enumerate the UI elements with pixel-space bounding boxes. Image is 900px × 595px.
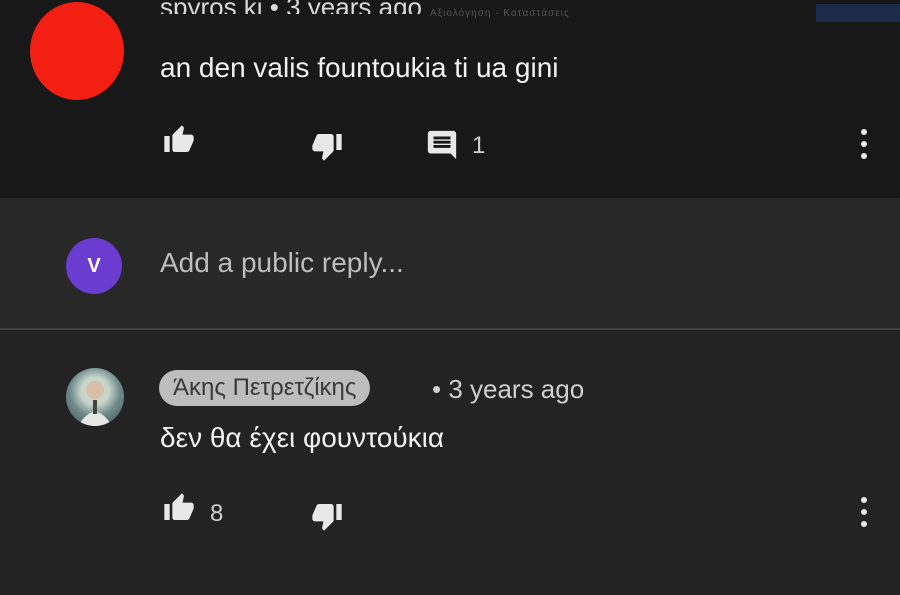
like-icon[interactable]: [160, 124, 198, 156]
avatar-photo-icon: [78, 381, 112, 426]
comment-text: δεν θα έχει φουντούκια: [160, 422, 445, 453]
comment-author[interactable]: spyros ki • 3 years ago: [160, 0, 422, 14]
reply-icon[interactable]: [424, 128, 460, 162]
like-count: 8: [210, 500, 224, 527]
reply-count[interactable]: 1: [472, 132, 485, 160]
reply-box: [0, 198, 900, 330]
author-badge[interactable]: Άκης Πετρετζίκης: [159, 370, 371, 406]
avatar[interactable]: [66, 368, 124, 426]
more-vert-icon[interactable]: [852, 126, 876, 162]
dislike-icon[interactable]: [308, 500, 346, 532]
comment-text: an den valis fountoukia ti ua gini: [160, 52, 559, 83]
header-blurred-text: Αξιολόγηση · Καταστάσεις: [430, 8, 570, 19]
like-icon[interactable]: [160, 492, 198, 524]
header-button[interactable]: [816, 4, 900, 22]
comment-time[interactable]: • 3 years ago: [432, 374, 584, 405]
more-vert-icon[interactable]: [852, 494, 876, 530]
dislike-icon[interactable]: [308, 130, 346, 162]
reply-comment: [0, 330, 900, 595]
top-comment: spyros ki • 3 years ago Αξιολόγηση · Κατ…: [0, 0, 900, 198]
user-avatar[interactable]: V: [66, 238, 122, 294]
reply-input[interactable]: Add a public reply...: [160, 247, 404, 279]
avatar[interactable]: [30, 2, 124, 100]
